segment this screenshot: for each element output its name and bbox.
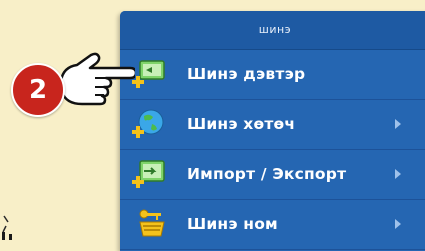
menu-item-new-notebook[interactable]: Шинэ дэвтэр bbox=[120, 50, 425, 100]
import-export-icon bbox=[132, 160, 165, 188]
new-menu: шинэ Шинэ дэвтэр Шинэ хөтөч Импорт / Экс… bbox=[120, 11, 425, 251]
new-book-icon bbox=[139, 209, 165, 237]
menu-item-label: Импорт / Экспорт bbox=[187, 165, 347, 183]
pointing-hand-icon bbox=[59, 52, 135, 106]
new-notebook-icon bbox=[132, 60, 165, 88]
submenu-arrow-icon bbox=[395, 219, 401, 229]
menu-item-new-browser[interactable]: Шинэ хөтөч bbox=[120, 100, 425, 150]
menu-item-new-book[interactable]: Шинэ ном bbox=[120, 200, 425, 250]
menu-item-label: Шинэ хөтөч bbox=[187, 115, 296, 133]
menu-item-label: Шинэ дэвтэр bbox=[187, 65, 306, 83]
menu-item-label: Шинэ ном bbox=[187, 215, 278, 233]
menu-header: шинэ bbox=[120, 11, 425, 50]
background-scribble bbox=[2, 215, 12, 240]
submenu-arrow-icon bbox=[395, 169, 401, 179]
menu-item-import-export[interactable]: Импорт / Экспорт bbox=[120, 150, 425, 200]
step-number-badge: 2 bbox=[11, 63, 65, 117]
new-globe-icon bbox=[132, 109, 164, 138]
submenu-arrow-icon bbox=[395, 119, 401, 129]
